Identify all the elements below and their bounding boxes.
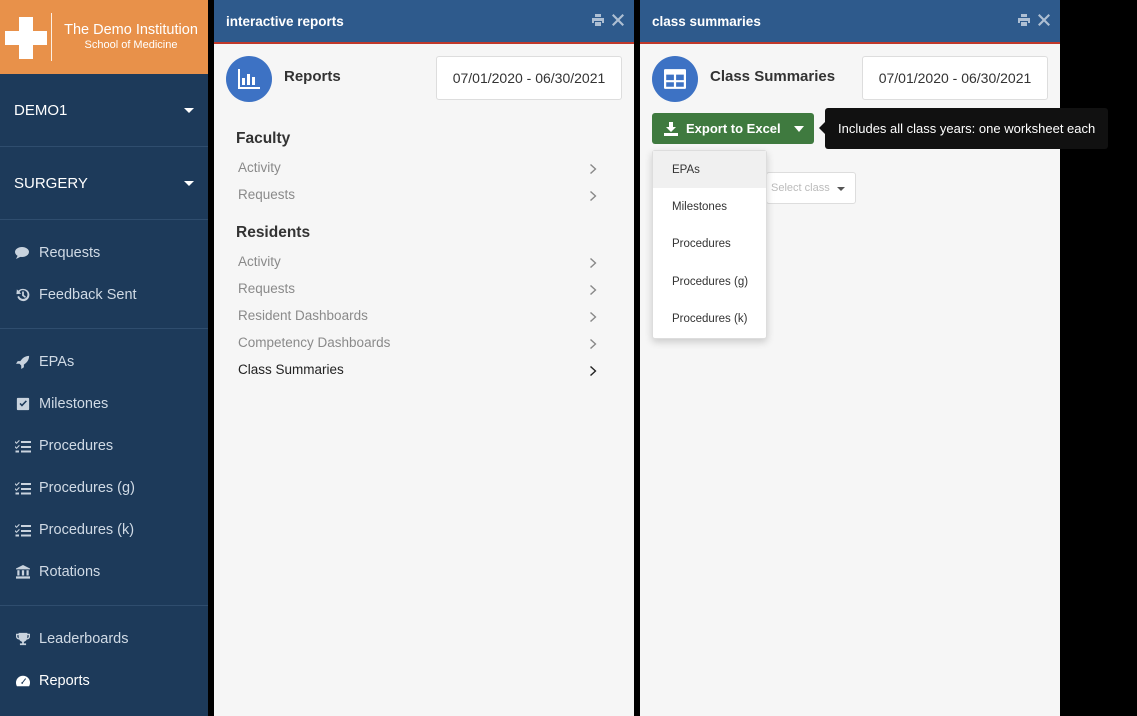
- chevron-right-icon: [590, 256, 598, 268]
- resident-dashboards-link[interactable]: Resident Dashboards: [236, 302, 598, 329]
- sidebar-item-label: Rotations: [39, 564, 101, 580]
- page-title: Reports: [284, 68, 341, 85]
- sidebar-item-label: Feedback Sent: [39, 287, 137, 303]
- print-icon[interactable]: [1018, 14, 1030, 29]
- export-to-excel-button[interactable]: Export to Excel: [652, 113, 814, 144]
- class-summaries-panel: class summaries Class Summaries 07/01/20…: [640, 0, 1109, 716]
- menu-item-procedures-g[interactable]: Procedures (g): [653, 263, 766, 300]
- caret-down-icon: [184, 108, 194, 113]
- class-select[interactable]: Select class: [766, 172, 856, 204]
- sidebar-item-label: Requests: [39, 245, 101, 261]
- date-range-picker[interactable]: 07/01/2020 - 06/30/2021: [862, 56, 1048, 100]
- tasks-icon: [14, 523, 31, 537]
- tasks-icon: [14, 481, 31, 495]
- caret-down-icon[interactable]: [794, 126, 804, 132]
- menu-item-milestones[interactable]: Milestones: [653, 188, 766, 225]
- cross-logo-icon: [5, 17, 47, 59]
- program-selector-label: DEMO1: [14, 101, 68, 119]
- panel-header: class summaries: [640, 0, 1060, 44]
- link-label: Class Summaries: [238, 362, 344, 377]
- menu-item-epas[interactable]: EPAs: [653, 151, 766, 189]
- page-title: Class Summaries: [710, 68, 836, 85]
- link-label: Activity: [238, 160, 281, 175]
- chevron-right-icon: [590, 189, 598, 201]
- menu-item-procedures[interactable]: Procedures: [653, 226, 766, 263]
- sidebar-item-procedures[interactable]: Procedures: [0, 425, 208, 467]
- sidebar-item-label: Procedures (g): [39, 480, 135, 496]
- check-square-icon: [14, 397, 31, 411]
- sidebar-item-label: EPAs: [39, 354, 75, 370]
- chevron-right-icon: [590, 364, 598, 376]
- residents-requests-link[interactable]: Requests: [236, 275, 598, 302]
- trophy-icon: [14, 632, 31, 646]
- link-label: Requests: [238, 187, 296, 202]
- nav-group-other: Leaderboards Reports: [0, 606, 208, 714]
- brand-logo[interactable]: The Demo Institution School of Medicine: [0, 0, 208, 74]
- competency-dashboards-link[interactable]: Competency Dashboards: [236, 329, 598, 356]
- program-selector[interactable]: DEMO1: [0, 74, 208, 147]
- export-dropdown-menu: EPAs Milestones Procedures Procedures (g…: [652, 150, 767, 339]
- sidebar-item-leaderboards[interactable]: Leaderboards: [0, 618, 208, 660]
- section-title: Residents: [236, 224, 311, 241]
- sidebar-item-procedures-g[interactable]: Procedures (g): [0, 467, 208, 509]
- sidebar-item-label: Procedures (k): [39, 522, 135, 538]
- sidebar-item-requests[interactable]: Requests: [0, 232, 208, 274]
- chat-bubbles-icon: [14, 246, 31, 260]
- link-label: Activity: [238, 254, 281, 269]
- caret-down-icon: [837, 187, 845, 191]
- panel-title: interactive reports: [226, 13, 344, 29]
- section-title: Faculty: [236, 130, 291, 147]
- brand-name: The Demo Institution: [64, 22, 198, 38]
- table-icon: [652, 56, 698, 102]
- chevron-right-icon: [590, 337, 598, 349]
- panel-title: class summaries: [652, 13, 761, 29]
- dashboard-icon: [14, 674, 31, 688]
- panel-header: interactive reports: [214, 0, 634, 44]
- sidebar-item-label: Leaderboards: [39, 631, 129, 647]
- menu-item-procedures-k[interactable]: Procedures (k): [653, 301, 766, 338]
- residents-activity-link[interactable]: Activity: [236, 248, 598, 275]
- sidebar-item-epas[interactable]: EPAs: [0, 341, 208, 383]
- history-icon: [14, 288, 31, 302]
- export-label: Export to Excel: [686, 121, 781, 136]
- department-selector[interactable]: SURGERY: [0, 147, 208, 220]
- export-tooltip: Includes all class years: one worksheet …: [818, 108, 1109, 149]
- department-selector-label: SURGERY: [14, 174, 88, 192]
- class-select-placeholder: Select class: [771, 182, 830, 194]
- brand-subtitle: School of Medicine: [84, 39, 178, 51]
- faculty-activity-link[interactable]: Activity: [236, 154, 598, 181]
- download-icon: [664, 121, 678, 136]
- interactive-reports-panel: interactive reports Reports 07/01/2020 -…: [214, 0, 634, 716]
- residents-section: Residents Activity Requests Resident Das…: [214, 224, 634, 383]
- sidebar-item-label: Reports: [39, 673, 90, 689]
- chevron-right-icon: [590, 310, 598, 322]
- print-icon[interactable]: [592, 14, 604, 29]
- close-icon[interactable]: [612, 14, 624, 29]
- nav-group-feedback: Requests Feedback Sent: [0, 220, 208, 329]
- link-label: Requests: [238, 281, 296, 296]
- link-label: Resident Dashboards: [238, 308, 368, 323]
- caret-down-icon: [184, 181, 194, 186]
- sidebar-item-feedback-sent[interactable]: Feedback Sent: [0, 274, 208, 316]
- sidebar-item-procedures-k[interactable]: Procedures (k): [0, 509, 208, 551]
- bar-chart-icon: [226, 56, 272, 102]
- sidebar-item-rotations[interactable]: Rotations: [0, 551, 208, 593]
- sidebar: The Demo Institution School of Medicine …: [0, 0, 208, 716]
- rocket-icon: [14, 355, 31, 369]
- nav-group-assessments: EPAs Milestones Procedures Procedures (g…: [0, 329, 208, 606]
- faculty-requests-link[interactable]: Requests: [236, 181, 598, 208]
- sidebar-item-reports[interactable]: Reports: [0, 660, 208, 702]
- class-summaries-link[interactable]: Class Summaries: [236, 356, 598, 383]
- tasks-icon: [14, 439, 31, 453]
- link-label: Competency Dashboards: [238, 335, 391, 350]
- sidebar-item-label: Procedures: [39, 438, 114, 454]
- date-range-picker[interactable]: 07/01/2020 - 06/30/2021: [436, 56, 622, 100]
- close-icon[interactable]: [1038, 14, 1050, 29]
- institution-icon: [14, 565, 31, 579]
- faculty-section: Faculty Activity Requests: [214, 130, 634, 208]
- chevron-right-icon: [590, 283, 598, 295]
- sidebar-item-label: Milestones: [39, 396, 109, 412]
- sidebar-item-milestones[interactable]: Milestones: [0, 383, 208, 425]
- chevron-right-icon: [590, 162, 598, 174]
